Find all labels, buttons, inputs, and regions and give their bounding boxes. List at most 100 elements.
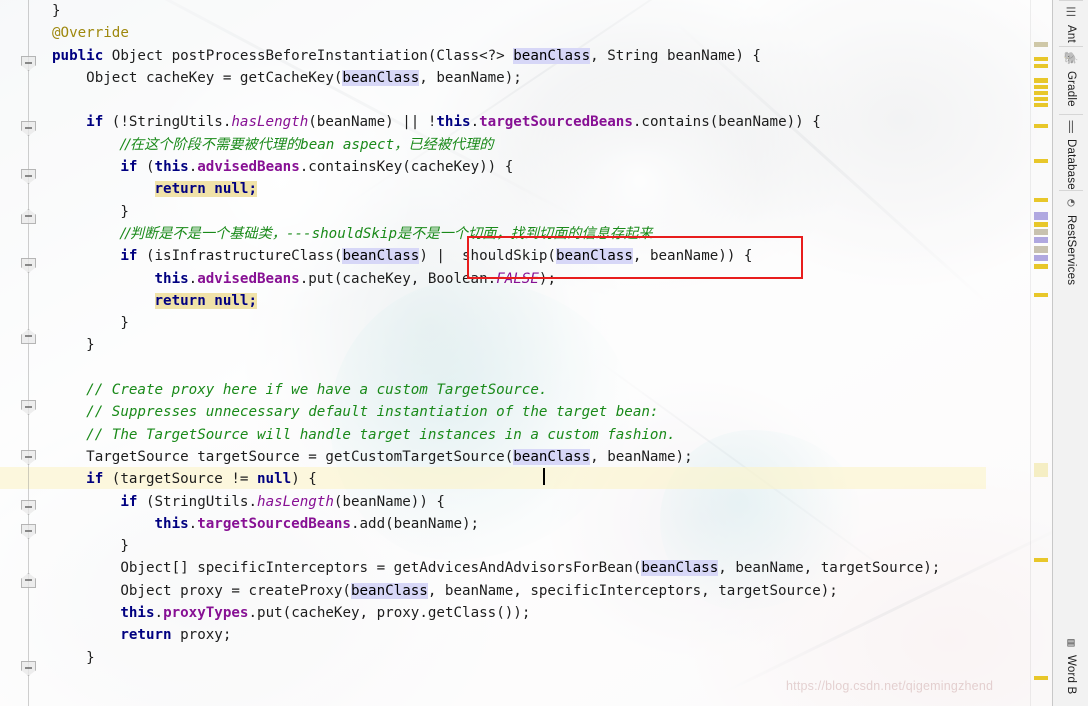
stripe-marker[interactable] — [1034, 676, 1048, 680]
code-line[interactable]: } — [44, 312, 1030, 334]
fold-marker-expanded[interactable] — [21, 258, 36, 273]
code-line[interactable]: Object proxy = createProxy(beanClass, be… — [44, 580, 1030, 602]
code-line[interactable]: return null; — [44, 178, 1030, 200]
stripe-marker[interactable] — [1034, 264, 1048, 269]
code-line[interactable] — [44, 89, 1030, 111]
code-line[interactable]: } — [44, 334, 1030, 356]
stripe-marker[interactable] — [1034, 57, 1048, 61]
code-line[interactable]: if (targetSource != null) { — [44, 468, 1030, 490]
code-token: @Override — [52, 25, 129, 42]
stripe-marker[interactable] — [1034, 97, 1048, 101]
stripe-marker[interactable] — [1034, 85, 1048, 89]
stripe-marker[interactable] — [1034, 91, 1048, 95]
stripe-marker[interactable] — [1034, 229, 1048, 235]
tool-bar-divider — [1059, 46, 1083, 47]
code-line[interactable]: if (this.advisedBeans.containsKey(cacheK… — [44, 156, 1030, 178]
code-line[interactable]: this.targetSourcedBeans.add(beanName); — [44, 513, 1030, 535]
code-line[interactable]: //判断是不是一个基础类，---shouldSkip是不是一个切面，找到切面的信… — [44, 223, 1030, 245]
error-stripe-scrollbar[interactable] — [1030, 0, 1052, 706]
tool-window-tab-restservices[interactable]: ◔ RestServices — [1053, 196, 1088, 286]
code-token: . — [188, 159, 198, 176]
editor-gutter[interactable] — [0, 0, 44, 706]
code-line[interactable]: if (isInfrastructureClass(beanClass) | s… — [44, 245, 1030, 267]
code-editor-area[interactable]: } @Override public Object postProcessBefor… — [44, 0, 1030, 706]
stripe-marker[interactable] — [1034, 558, 1048, 562]
stripe-marker[interactable] — [1034, 246, 1048, 253]
code-line[interactable]: TargetSource targetSource = getCustomTar… — [44, 446, 1030, 468]
stripe-marker[interactable] — [1034, 463, 1048, 477]
code-token: // The TargetSource will handle target i… — [86, 426, 676, 443]
fold-marker-expanded[interactable] — [21, 121, 36, 136]
code-line[interactable]: // Create proxy here if we have a custom… — [44, 379, 1030, 401]
stripe-marker[interactable] — [1034, 237, 1048, 243]
code-line[interactable]: this.advisedBeans.put(cacheKey, Boolean.… — [44, 268, 1030, 290]
code-line[interactable]: @Override — [44, 22, 1030, 44]
code-token: } — [86, 337, 95, 354]
source-code-text[interactable]: } @Override public Object postProcessBefor… — [44, 0, 1030, 669]
tool-window-tab-word-b[interactable]: ▤ Word B — [1053, 636, 1088, 695]
stripe-marker[interactable] — [1034, 212, 1048, 220]
fold-marker-expanded[interactable] — [21, 524, 36, 539]
code-line[interactable]: //在这个阶段不需要被代理的bean aspect，已经被代理的 — [44, 134, 1030, 156]
code-line[interactable]: if (StringUtils.hasLength(beanName)) { — [44, 491, 1030, 513]
code-token: targetSourcedBeans — [197, 515, 351, 532]
code-token: .put(cacheKey, Boolean. — [299, 270, 497, 287]
code-line[interactable]: } — [44, 647, 1030, 669]
fold-marker-collapsed-end[interactable] — [21, 209, 36, 224]
tool-window-tab-ant[interactable]: ☰ Ant — [1053, 6, 1088, 43]
stripe-marker[interactable] — [1034, 255, 1048, 261]
code-token: } — [52, 3, 61, 19]
stripe-marker[interactable] — [1034, 78, 1048, 83]
code-line[interactable]: this.proxyTypes.put(cacheKey, proxy.getC… — [44, 602, 1030, 624]
fold-marker-expanded[interactable] — [21, 661, 36, 676]
stripe-marker[interactable] — [1034, 159, 1048, 163]
stripe-marker[interactable] — [1034, 103, 1048, 107]
tool-window-tab-label: Gradle — [1065, 71, 1077, 107]
code-token: targetSourcedBeans — [479, 114, 633, 131]
code-line[interactable]: // The TargetSource will handle target i… — [44, 424, 1030, 446]
code-token: ( — [137, 159, 155, 176]
code-token: . — [188, 270, 198, 287]
code-line[interactable]: Object[] specificInterceptors = getAdvic… — [44, 557, 1030, 579]
code-line[interactable]: } — [44, 535, 1030, 557]
fold-marker-dash — [25, 530, 32, 532]
code-line[interactable]: // Suppresses unnecessary default instan… — [44, 401, 1030, 423]
code-line[interactable]: public Object postProcessBeforeInstantia… — [44, 45, 1030, 67]
fold-marker-expanded[interactable] — [21, 169, 36, 184]
fold-marker-expanded[interactable] — [21, 500, 36, 515]
code-line[interactable]: if (!StringUtils.hasLength(beanName) || … — [44, 111, 1030, 133]
fold-marker-collapsed-end[interactable] — [21, 573, 36, 588]
code-line[interactable] — [44, 357, 1030, 379]
fold-marker-expanded[interactable] — [21, 450, 36, 465]
code-token: bean aspect — [300, 136, 395, 153]
code-token: ) { — [291, 471, 317, 488]
stripe-marker[interactable] — [1034, 222, 1048, 227]
stripe-marker[interactable] — [1034, 293, 1048, 297]
stripe-marker[interactable] — [1034, 42, 1048, 47]
stripe-marker[interactable] — [1034, 198, 1048, 202]
fold-marker-expanded[interactable] — [21, 56, 36, 71]
code-token: null — [257, 471, 292, 488]
fold-marker-collapsed-end[interactable] — [21, 329, 36, 344]
fold-marker-expanded[interactable] — [21, 400, 36, 415]
code-line[interactable]: Object cacheKey = getCacheKey(beanClass,… — [44, 67, 1030, 89]
code-line[interactable]: } — [44, 201, 1030, 223]
code-line[interactable]: return proxy; — [44, 624, 1030, 646]
code-token: , String beanName) { — [590, 47, 761, 64]
right-tool-window-bar[interactable]: ☰ Ant 🐘 Gradle ‖ Database ◔ RestServices ▤ Word B — [1052, 0, 1088, 706]
code-token: return null; — [154, 292, 257, 309]
code-token: Object[] specificInterceptors = getAdvic… — [120, 560, 642, 577]
stripe-marker[interactable] — [1034, 64, 1048, 68]
stripe-marker[interactable] — [1034, 124, 1048, 128]
tool-window-tab-database[interactable]: ‖ Database — [1053, 120, 1088, 190]
code-token: } — [120, 538, 129, 555]
fold-marker-dash — [25, 667, 32, 669]
code-line[interactable]: return null; — [44, 290, 1030, 312]
code-line[interactable]: } — [44, 0, 1030, 22]
tool-window-tab-gradle[interactable]: 🐘 Gradle — [1053, 52, 1088, 107]
